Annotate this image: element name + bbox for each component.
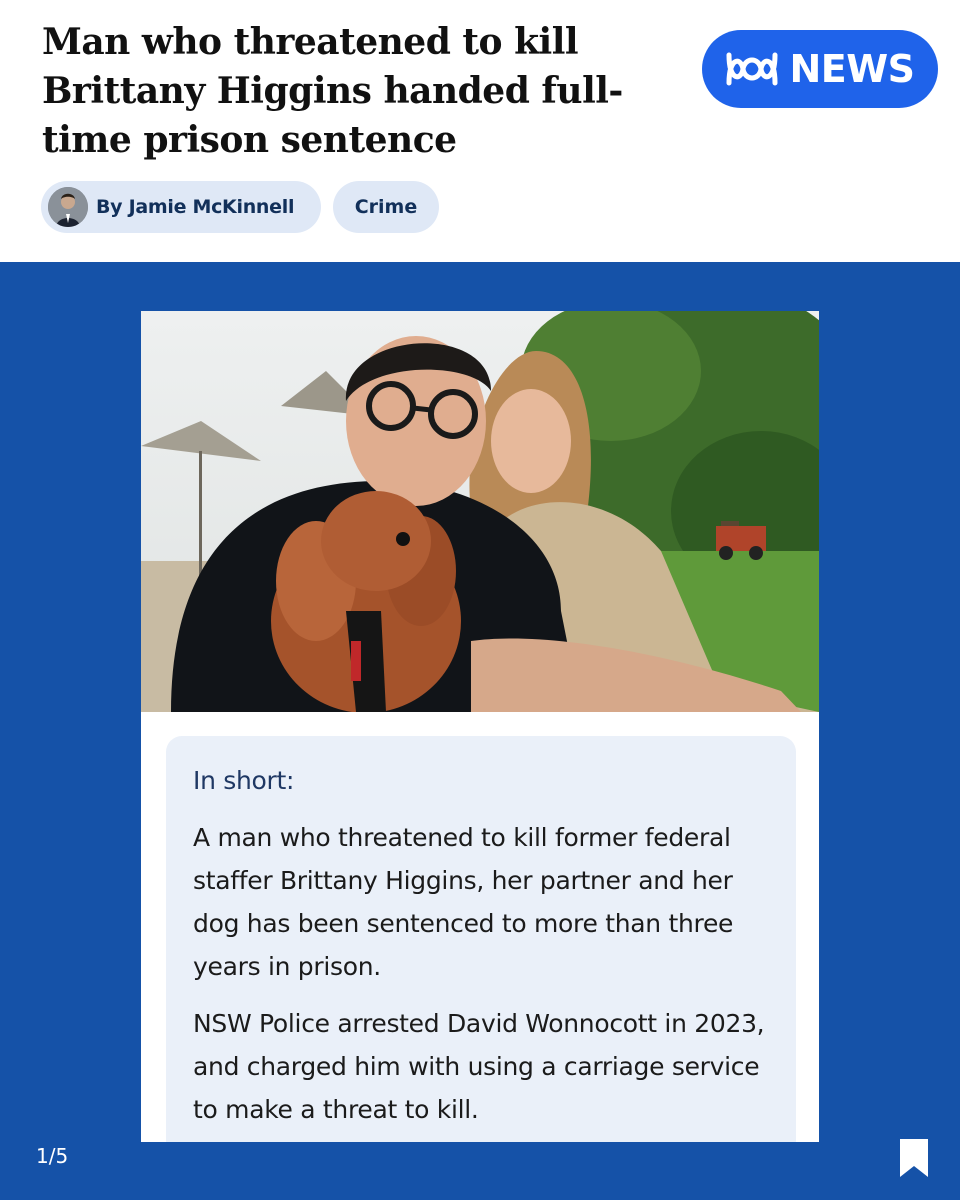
summary-box: In short: A man who threatened to kill f… <box>166 736 796 1142</box>
summary-paragraph: A man who threatened to kill former fede… <box>193 823 734 981</box>
author-byline[interactable]: By Jamie McKinnell <box>41 181 321 233</box>
abc-lissajous-icon <box>726 52 778 86</box>
article-photo <box>141 311 819 712</box>
author-avatar <box>48 187 88 227</box>
article-header: Man who threatened to kill Brittany Higg… <box>0 0 960 262</box>
summary-paragraph: NSW Police arrested David Wonnocott in 2… <box>193 1009 765 1124</box>
author-name: By Jamie McKinnell <box>96 196 295 218</box>
category-tag[interactable]: Crime <box>333 181 439 233</box>
article-card: In short: A man who threatened to kill f… <box>141 311 819 1142</box>
brand-name: NEWS <box>789 47 915 91</box>
summary-title: In short: <box>193 766 295 795</box>
slide-indicator: 1/5 <box>36 1144 69 1168</box>
abc-news-logo[interactable]: NEWS <box>702 30 938 108</box>
article-headline: Man who threatened to kill Brittany Higg… <box>42 21 623 161</box>
bookmark-icon[interactable] <box>898 1137 930 1179</box>
